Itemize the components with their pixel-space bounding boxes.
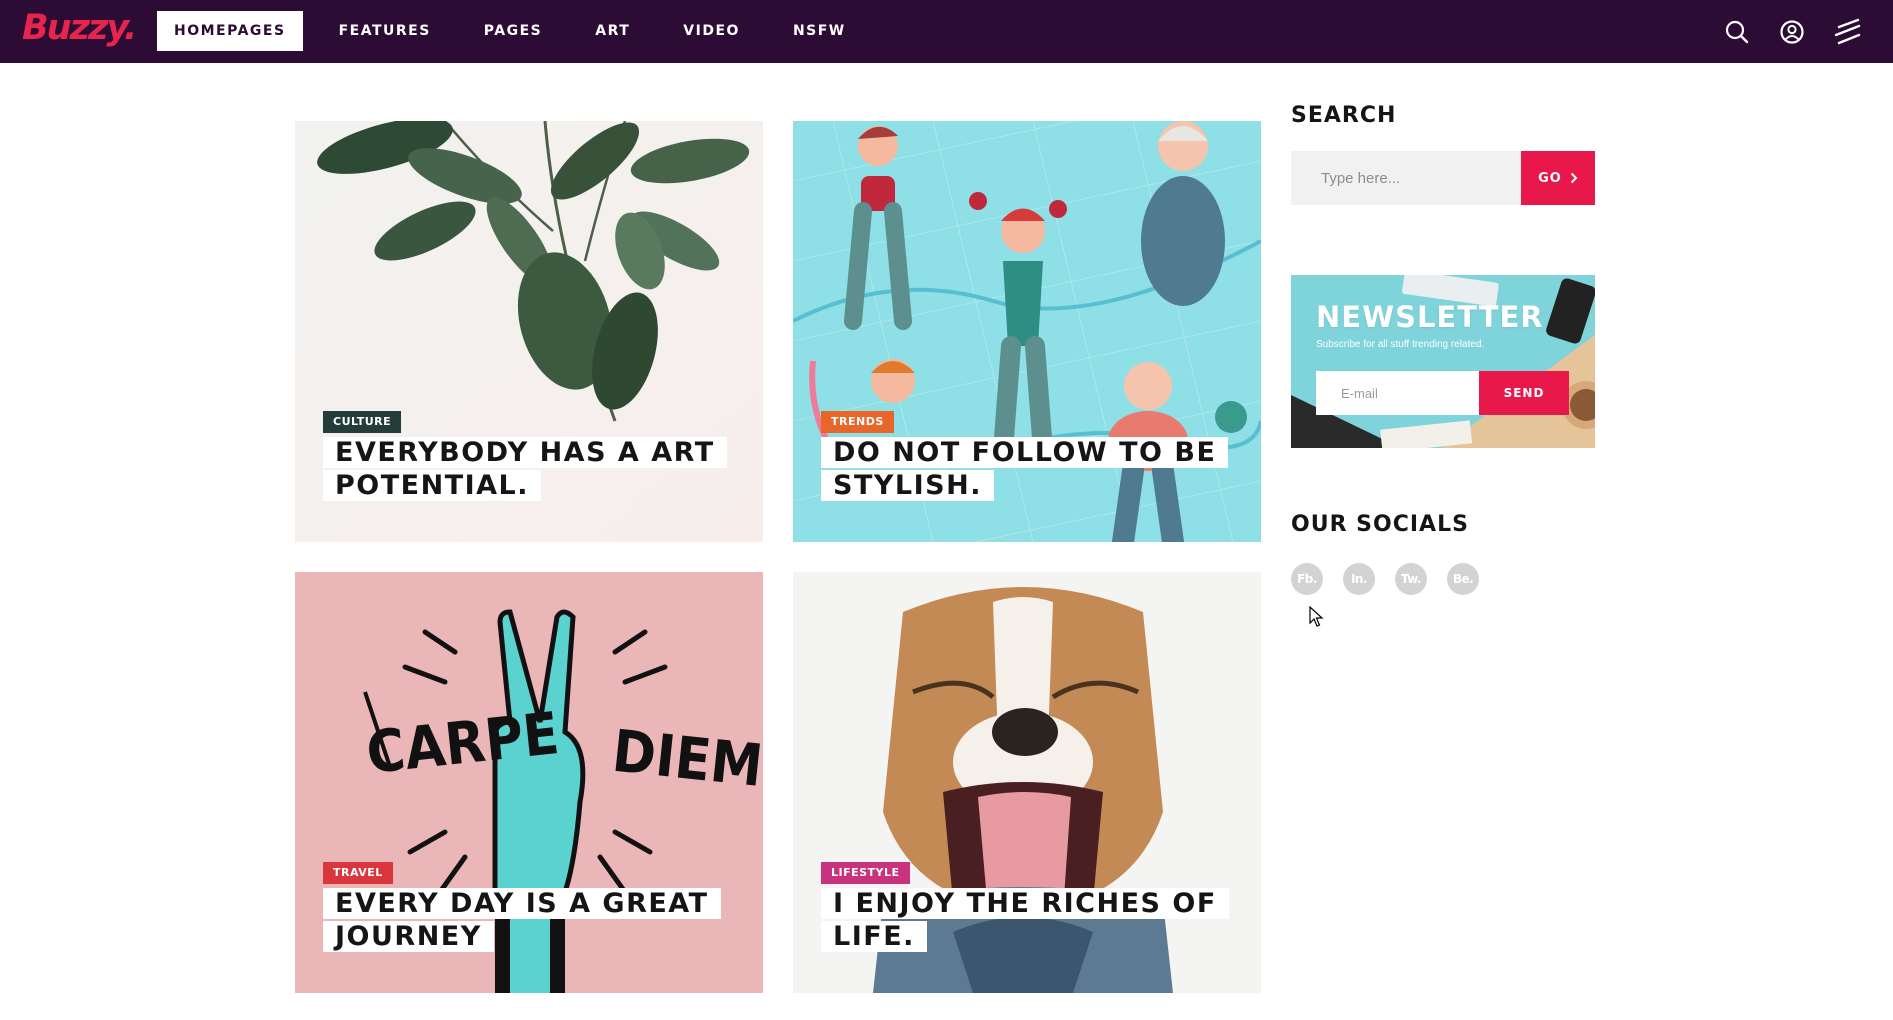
nav-item-nsfw[interactable]: NSFW [776, 11, 863, 51]
main-nav: HOMEPAGES FEATURES PAGES ART VIDEO NSFW [157, 11, 882, 51]
post-title[interactable]: I ENJOY THE RICHES OF LIFE. [821, 887, 1229, 953]
chevron-right-icon [1570, 172, 1578, 184]
nav-item-art[interactable]: ART [578, 11, 647, 51]
newsletter-subtitle: Subscribe for all stuff trending related… [1316, 339, 1485, 350]
nav-item-features[interactable]: FEATURES [322, 11, 448, 51]
search-go-button[interactable]: GO [1521, 151, 1595, 205]
post-card-3[interactable]: CARPE DIEM TRAVEL EVERY DAY IS A GREAT J… [295, 572, 763, 993]
socials-heading: OUR SOCIALS [1291, 512, 1469, 537]
newsletter-send-button[interactable]: SEND [1479, 371, 1569, 415]
social-linkedin-button[interactable]: In. [1343, 563, 1375, 595]
mouse-cursor-icon [1309, 606, 1324, 627]
social-behance-button[interactable]: Be. [1447, 563, 1479, 595]
menu-icon[interactable] [1833, 17, 1863, 47]
nav-item-homepages[interactable]: HOMEPAGES [157, 11, 303, 51]
post-card-1[interactable]: CULTURE EVERYBODY HAS A ART POTENTIAL. [295, 121, 763, 542]
post-card-2[interactable]: TRENDS DO NOT FOLLOW TO BE STYLISH. [793, 121, 1261, 542]
search-input[interactable] [1291, 151, 1521, 205]
social-links: Fb. In. Tw. Be. [1291, 563, 1479, 595]
newsletter-title: NEWSLETTER [1316, 300, 1544, 334]
category-badge[interactable]: TRENDS [821, 411, 894, 433]
category-badge[interactable]: CULTURE [323, 411, 402, 433]
post-title[interactable]: EVERY DAY IS A GREAT JOURNEY [323, 887, 723, 953]
search-heading: SEARCH [1291, 103, 1397, 128]
top-navigation-bar: Buzzy. HOMEPAGES FEATURES PAGES ART VIDE… [0, 0, 1893, 63]
nav-item-video[interactable]: VIDEO [666, 11, 757, 51]
newsletter-widget: NEWSLETTER Subscribe for all stuff trend… [1291, 275, 1595, 448]
category-badge[interactable]: TRAVEL [323, 862, 393, 884]
user-icon[interactable] [1777, 17, 1807, 47]
social-twitter-button[interactable]: Tw. [1395, 563, 1427, 595]
post-title[interactable]: EVERYBODY HAS A ART POTENTIAL. [323, 436, 727, 502]
go-button-label: GO [1538, 170, 1562, 186]
nav-item-pages[interactable]: PAGES [467, 11, 559, 51]
post-card-4[interactable]: LIFESTYLE I ENJOY THE RICHES OF LIFE. [793, 572, 1261, 993]
newsletter-email-input[interactable] [1316, 371, 1479, 415]
post-title[interactable]: DO NOT FOLLOW TO BE STYLISH. [821, 436, 1229, 502]
search-icon[interactable] [1722, 17, 1752, 47]
site-logo[interactable]: Buzzy. [22, 8, 137, 48]
social-facebook-button[interactable]: Fb. [1291, 563, 1323, 595]
category-badge[interactable]: LIFESTYLE [821, 862, 910, 884]
